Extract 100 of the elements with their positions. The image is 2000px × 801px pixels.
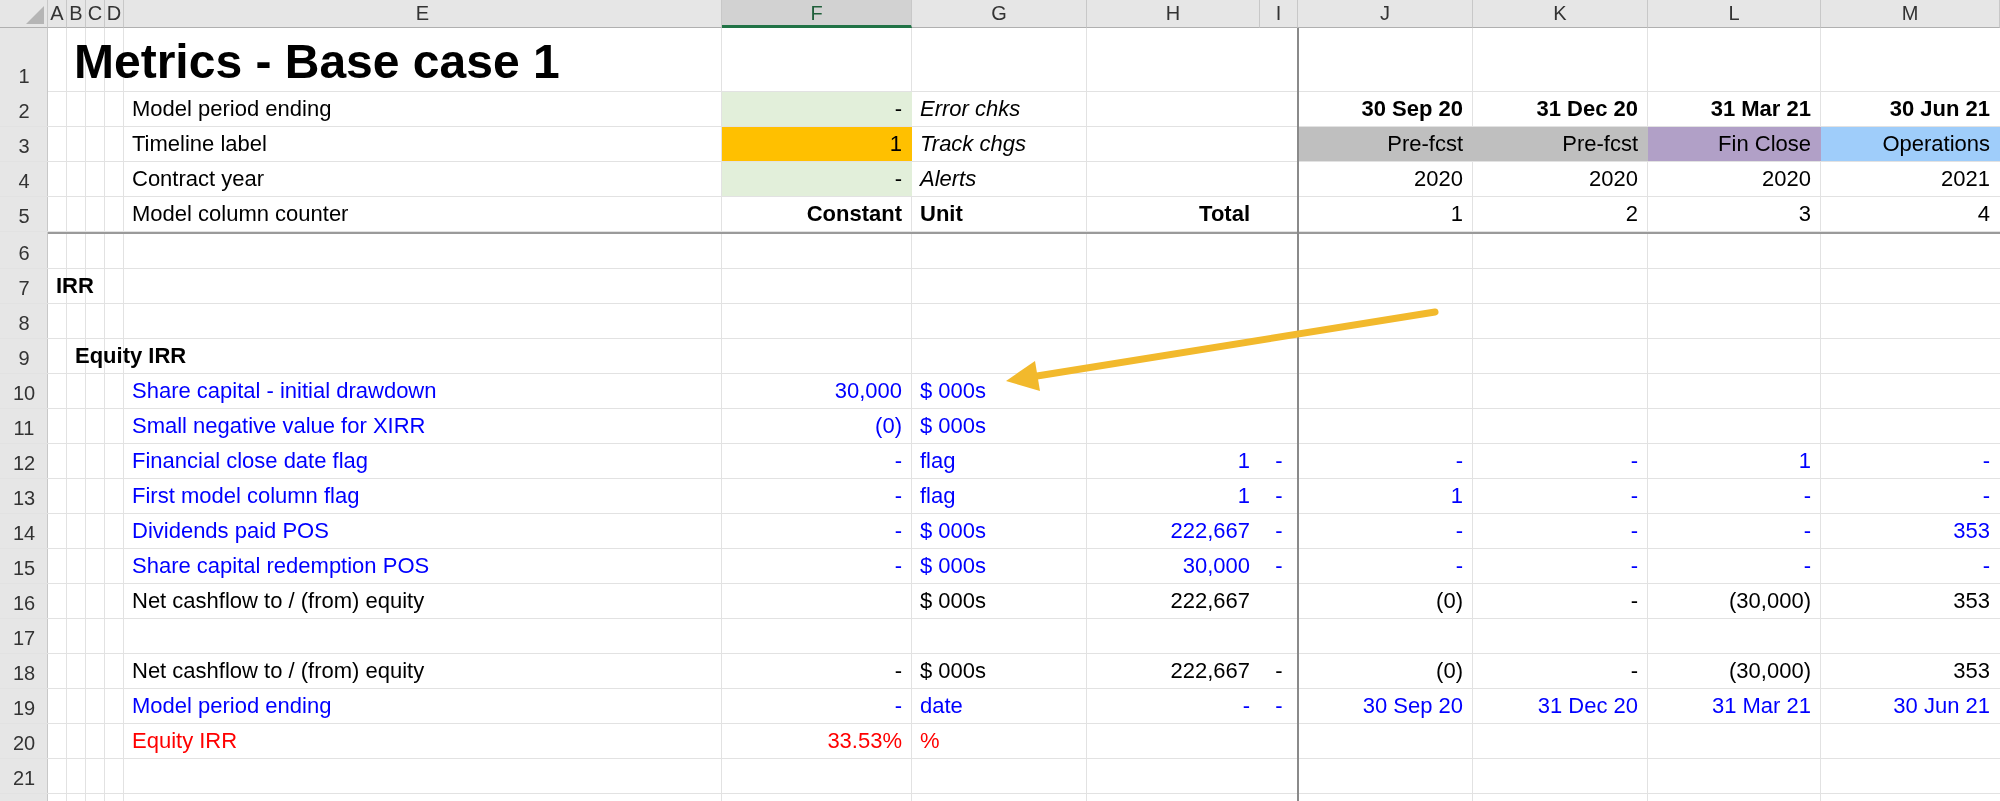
table-cell-text: $ 000s <box>919 552 988 580</box>
row-header[interactable]: 6 <box>0 234 48 269</box>
table-cell-text: Total <box>1198 200 1251 228</box>
row-header[interactable]: 16 <box>0 584 48 619</box>
table-cell-text: 31 Mar 21 <box>1710 692 1812 720</box>
row-header[interactable]: 21 <box>0 759 48 794</box>
row-header[interactable]: 19 <box>0 689 48 724</box>
table-cell-text: 353 <box>1952 587 1991 615</box>
table-cell: Fin Close <box>1648 127 1821 161</box>
table-cell-text: - <box>1629 517 1639 545</box>
table-cell-text: Timeline label <box>131 130 268 158</box>
table-cell-text: - <box>1274 517 1284 545</box>
table-cell-text: Equity IRR <box>74 342 188 370</box>
row-header[interactable]: 15 <box>0 549 48 584</box>
row-header[interactable]: 9 <box>0 339 48 374</box>
table-cell-text: 30 Jun 21 <box>1892 692 1991 720</box>
table-cell-text: 1 <box>1449 482 1464 510</box>
table-cell-text: 1 <box>1797 447 1812 475</box>
table-cell-text: Net cashflow to / (from) equity <box>131 657 426 685</box>
table-cell-text: - <box>1981 552 1991 580</box>
row-header[interactable]: 20 <box>0 724 48 759</box>
table-cell-text: (30,000) <box>1728 657 1812 685</box>
row-header[interactable]: 4 <box>0 162 48 197</box>
table-cell-text: - <box>1802 482 1812 510</box>
table-cell-text: - <box>893 447 903 475</box>
table-cell-text: 222,667 <box>1169 587 1251 615</box>
table-cell-text: date <box>919 692 964 720</box>
column-header[interactable]: F <box>722 0 912 28</box>
table-cell-text: Share capital - initial drawdown <box>131 377 438 405</box>
table-cell-text: 30,000 <box>833 377 903 405</box>
table-cell-text: - <box>1629 482 1639 510</box>
table-cell-text: - <box>1454 447 1464 475</box>
table-cell-text: Model period ending <box>131 692 333 720</box>
table-cell-text: 222,667 <box>1169 657 1251 685</box>
row-header[interactable]: 8 <box>0 304 48 339</box>
table-cell-text: % <box>919 727 941 755</box>
table-cell-text: $ 000s <box>919 587 988 615</box>
table-cell: 1 <box>722 127 912 161</box>
row-header[interactable]: 10 <box>0 374 48 409</box>
table-cell-text: - <box>1274 552 1284 580</box>
table-cell-text: 4 <box>1976 200 1991 228</box>
table-cell-text: $ 000s <box>919 377 988 405</box>
table-cell-text: 31 Mar 21 <box>1709 95 1812 123</box>
row-header[interactable]: 18 <box>0 654 48 689</box>
table-cell-text: 2020 <box>1761 165 1812 193</box>
row-header[interactable]: 12 <box>0 444 48 479</box>
table-cell-text: Unit <box>919 200 964 228</box>
table-cell-text: - <box>1274 657 1284 685</box>
row-header[interactable]: 7 <box>0 269 48 304</box>
table-cell-text: Small negative value for XIRR <box>131 412 427 440</box>
table-cell-text: 2 <box>1624 200 1639 228</box>
table-cell-text: - <box>1981 482 1991 510</box>
table-cell-text: 1 <box>1236 447 1251 475</box>
table-cell-text: 2021 <box>1940 165 1991 193</box>
table-cell-text: Equity IRR <box>131 727 239 755</box>
row-header[interactable]: 14 <box>0 514 48 549</box>
table-cell-text: - <box>1454 552 1464 580</box>
table-cell-text: (0) <box>874 412 903 440</box>
row-header[interactable]: 2 <box>0 92 48 127</box>
table-cell: - <box>722 92 912 126</box>
table-cell-text: 31 Dec 20 <box>1536 692 1639 720</box>
table-cell-text: - <box>1274 447 1284 475</box>
table-cell-text: - <box>1274 482 1284 510</box>
table-cell-text: IRR <box>55 272 95 300</box>
table-cell: Pre-fcst <box>1298 127 1473 161</box>
table-cell-text: Share capital redemption POS <box>131 552 431 580</box>
table-cell-text: - <box>1629 657 1639 685</box>
row-header[interactable]: 13 <box>0 479 48 514</box>
table-cell-text: - <box>1454 517 1464 545</box>
table-cell-text: Alerts <box>918 165 978 193</box>
table-cell-text: Constant <box>805 200 903 228</box>
table-cell-text: - <box>1274 692 1284 720</box>
table-cell-text: - <box>893 657 903 685</box>
row-header[interactable]: 11 <box>0 409 48 444</box>
table-cell-text: - <box>1629 587 1639 615</box>
table-cell-text: 30 Sep 20 <box>1360 95 1464 123</box>
table-cell-text: 1 <box>1236 482 1251 510</box>
table-cell-text: $ 000s <box>919 657 988 685</box>
table-cell-text: Track chgs <box>919 130 1027 158</box>
table-cell: - <box>722 162 912 196</box>
table-cell-text: 353 <box>1952 657 1991 685</box>
table-cell-text: - <box>893 692 903 720</box>
row-header[interactable]: 3 <box>0 127 48 162</box>
table-cell-text: 1 <box>1449 200 1464 228</box>
table-cell-text: - <box>1981 447 1991 475</box>
sheet-title: Metrics - Base case 1 <box>73 34 561 90</box>
table-cell-text: - <box>1802 517 1812 545</box>
table-cell-text: Model column counter <box>131 200 350 228</box>
row-header[interactable]: 5 <box>0 197 48 232</box>
table-cell-text: - <box>1241 692 1251 720</box>
table-cell-text: - <box>1629 447 1639 475</box>
row-header[interactable]: 1 <box>0 28 48 92</box>
table-cell-text: (30,000) <box>1728 587 1812 615</box>
table-cell-text: First model column flag <box>131 482 361 510</box>
row-header[interactable]: 17 <box>0 619 48 654</box>
table-cell-text: 30,000 <box>1181 552 1251 580</box>
table-cell-text: 30 Jun 21 <box>1888 95 1991 123</box>
table-cell-text: Contract year <box>131 165 266 193</box>
table-cell-text: Net cashflow to / (from) equity <box>131 587 426 615</box>
select-all-corner[interactable] <box>0 0 48 28</box>
